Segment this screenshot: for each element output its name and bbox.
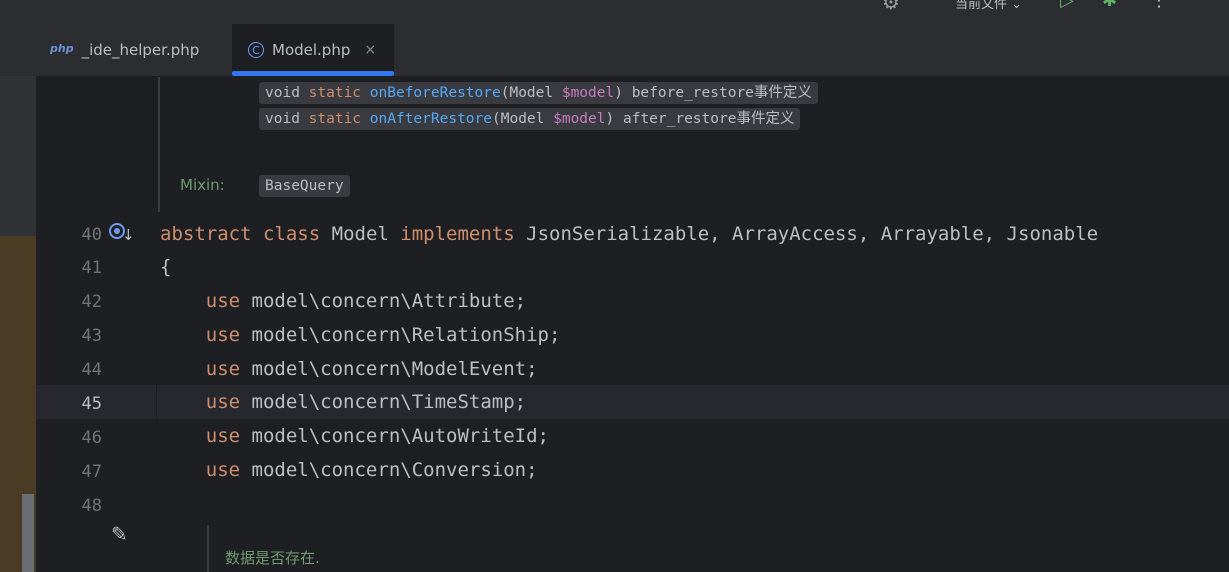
left-tool-strip: [0, 24, 36, 572]
left-scrollbar-thumb[interactable]: [22, 494, 34, 572]
line-number: 44: [81, 360, 102, 380]
keyword-use: use: [205, 358, 241, 380]
line-number: 47: [81, 462, 102, 482]
line-number: 48: [81, 496, 102, 516]
keyword-class: class: [262, 223, 321, 245]
close-icon[interactable]: ×: [364, 42, 376, 58]
tab-label: _ide_helper.php: [81, 41, 200, 59]
keyword-use: use: [205, 290, 241, 312]
doc-line-after-restore: void static onAfterRestore(Model $model)…: [259, 108, 801, 130]
code-line-42: use model\concern\Attribute;: [160, 290, 526, 312]
use-path: model\concern\Conversion;: [251, 459, 538, 481]
run-icon[interactable]: ▷: [1060, 0, 1074, 11]
doc-type: void: [265, 85, 300, 101]
doc-line-before-restore: void static onBeforeRestore(Model $model…: [259, 82, 818, 104]
code-line-44: use model\concern\ModelEvent;: [160, 358, 538, 380]
line-number-active: 45: [81, 394, 102, 414]
line-number: 40: [81, 225, 102, 245]
mixin-label: Mixin:: [180, 176, 225, 194]
gutter-separator: [156, 385, 157, 419]
mixin-link[interactable]: BaseQuery: [259, 175, 350, 197]
line-number: 42: [81, 292, 102, 312]
use-path: model\concern\ModelEvent;: [251, 358, 538, 380]
doc-method-link[interactable]: onBeforeRestore: [370, 85, 501, 101]
keyword-use: use: [205, 324, 241, 346]
doc-method-link[interactable]: onAfterRestore: [370, 111, 492, 127]
doc-desc: ) after_restore事件定义: [605, 111, 795, 127]
use-path: model\concern\Attribute;: [251, 290, 527, 312]
interface-list: JsonSerializable, ArrayAccess, Arrayable…: [526, 223, 1099, 245]
tab-label: Model.php: [272, 41, 351, 59]
code-line-41: {: [160, 256, 172, 278]
doc-comment-bar: [158, 77, 160, 212]
left-strip-mid: [0, 76, 36, 236]
keyword-abstract: abstract: [160, 223, 252, 245]
debug-icon[interactable]: ✱: [1102, 0, 1117, 11]
doc-type: void: [265, 111, 300, 127]
run-config-selector[interactable]: 当前文件 ⌄: [955, 0, 1022, 12]
doc-params: (Model: [500, 85, 562, 101]
class-icon: C: [248, 42, 264, 58]
arrow-down-icon[interactable]: ↓: [122, 226, 135, 244]
doc-static: static: [308, 85, 362, 101]
line-number: 46: [81, 428, 102, 448]
line-number: 43: [81, 326, 102, 346]
top-toolbar: ⚙ 当前文件 ⌄ ▷ ✱ ⋮: [0, 0, 1229, 24]
edit-pencil-icon[interactable]: ✎: [111, 522, 128, 546]
doc-params: (Model: [492, 111, 554, 127]
editor-tab-bar: php _ide_helper.php C Model.php ×: [36, 24, 1229, 77]
more-options-icon[interactable]: ⋮: [1150, 0, 1168, 11]
class-name: Model: [331, 223, 389, 245]
php-file-icon: php: [50, 41, 74, 55]
left-strip-top: [0, 24, 36, 76]
use-path: model\concern\AutoWriteId;: [251, 425, 549, 447]
doc-comment-bar-lower: [207, 525, 209, 572]
line-number: 41: [81, 258, 102, 278]
keyword-use: use: [205, 425, 241, 447]
doc-var: $model: [553, 111, 606, 127]
tab-ide-helper[interactable]: php _ide_helper.php: [50, 24, 199, 76]
doc-desc: ) before_restore事件定义: [614, 85, 812, 101]
doc-static: static: [308, 111, 362, 127]
code-line-45: use model\concern\TimeStamp;: [160, 391, 526, 413]
keyword-use: use: [205, 459, 241, 481]
keyword-use: use: [205, 391, 241, 413]
keyword-implements: implements: [400, 223, 515, 245]
code-line-40: abstract class Model implements JsonSeri…: [160, 223, 1098, 245]
doc-comment-text: 数据是否存在.: [225, 549, 320, 567]
doc-var: $model: [561, 85, 615, 101]
settings-gear-icon[interactable]: ⚙: [882, 0, 900, 12]
code-line-43: use model\concern\RelationShip;: [160, 324, 561, 346]
tab-model[interactable]: C Model.php ×: [232, 24, 394, 76]
code-line-46: use model\concern\AutoWriteId;: [160, 425, 549, 447]
active-tab-indicator: [232, 71, 394, 76]
use-path: model\concern\RelationShip;: [251, 324, 561, 346]
code-line-47: use model\concern\Conversion;: [160, 459, 538, 481]
use-path: model\concern\TimeStamp;: [251, 391, 527, 413]
